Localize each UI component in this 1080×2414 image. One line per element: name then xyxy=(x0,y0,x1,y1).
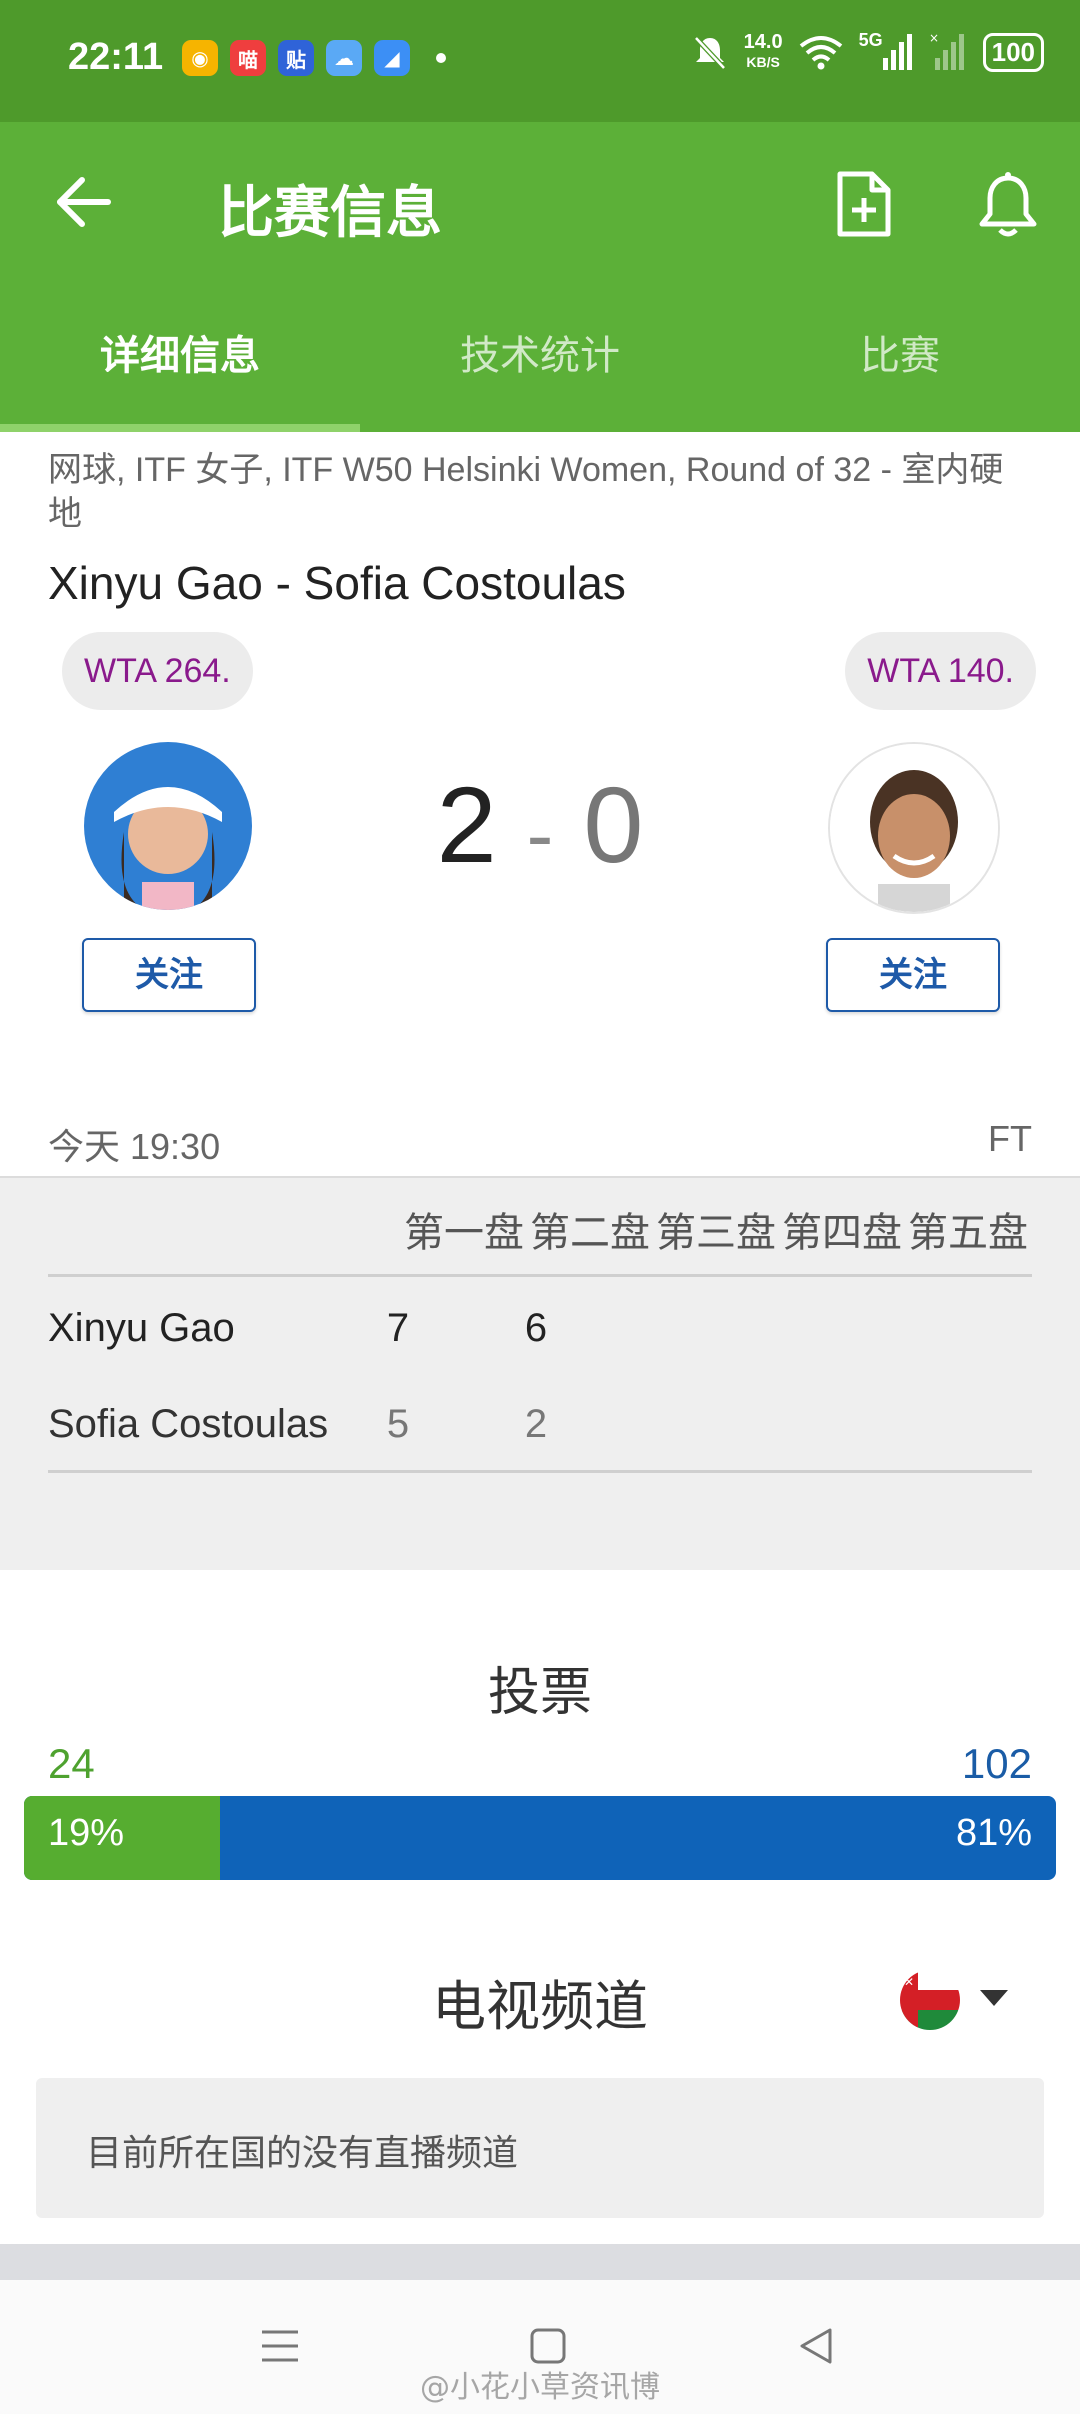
vote-away-count: 102 xyxy=(961,1740,1032,1787)
add-document-icon[interactable] xyxy=(834,170,894,238)
score-away: 0 xyxy=(583,764,644,885)
net-speed-unit: KB/S xyxy=(746,54,780,70)
browser-icon: ◢ xyxy=(374,40,410,76)
set-header-3: 第三盘 xyxy=(656,1210,776,1256)
divider xyxy=(48,1274,1032,1277)
row-set1-score: 7 xyxy=(386,1306,410,1350)
divider xyxy=(48,1470,1032,1473)
vote-title: 投票 xyxy=(487,1663,592,1723)
follow-player1-button[interactable]: 关注 xyxy=(82,938,256,1012)
player1-rank-badge: WTA 264. xyxy=(62,632,253,710)
tab-matches[interactable]: 比赛 xyxy=(720,320,1080,430)
status-time: 22:11 xyxy=(68,36,164,78)
set-scores-table: 第一盘 第二盘 第三盘 第四盘 第五盘 Xinyu Gao 7 6 Sofia … xyxy=(0,1176,1080,1570)
set-headers: 第一盘 第二盘 第三盘 第四盘 第五盘 xyxy=(404,1200,1028,1258)
score-home: 2 xyxy=(436,764,497,885)
back-arrow-icon[interactable] xyxy=(52,170,116,234)
score-separator: - xyxy=(526,790,554,879)
watermark: @小花小草资讯博 xyxy=(420,2370,660,2405)
tv-channels-empty: 目前所在国的没有直播频道 xyxy=(36,2078,1044,2218)
row-player-name: Sofia Costoulas xyxy=(48,1402,329,1446)
tieba-icon: 贴 xyxy=(278,40,314,76)
set-header-4: 第四盘 xyxy=(782,1210,902,1256)
signal-weak-icon: × xyxy=(929,32,964,70)
match-title: Xinyu Gao - Sofia Costoulas xyxy=(48,557,626,609)
shopping-app-icon: 喵 xyxy=(230,40,266,76)
player2-rank-badge: WTA 140. xyxy=(845,632,1036,710)
net-speed: 14.0 KB/S xyxy=(744,32,783,72)
tab-details[interactable]: 详细信息 xyxy=(0,320,360,430)
match-score: 2 - 0 xyxy=(380,760,700,900)
tab-bar: 详细信息 技术统计 比赛 xyxy=(0,320,1080,430)
set-header-5: 第五盘 xyxy=(908,1210,1028,1256)
row-set2-score: 6 xyxy=(524,1306,548,1350)
signal-5g-icon: 5G xyxy=(859,30,915,72)
status-app-icons: ◉ 喵 贴 ☁ ◢ xyxy=(182,40,446,76)
match-status: FT xyxy=(988,1118,1032,1159)
follow-player2-button[interactable]: 关注 xyxy=(826,938,1000,1012)
mute-bell-icon xyxy=(693,36,726,70)
row-set1-score: 5 xyxy=(386,1402,410,1446)
vote-bar[interactable]: 19% 81% xyxy=(24,1796,1056,1880)
notification-dot-icon xyxy=(436,53,446,63)
row-player-name: Xinyu Gao xyxy=(48,1306,235,1350)
battery-indicator: 100 xyxy=(982,32,1044,72)
bell-icon[interactable] xyxy=(976,170,1040,238)
country-flag-icon[interactable]: ✕ xyxy=(900,1970,960,2030)
weather-icon: ☁ xyxy=(326,40,362,76)
wifi-icon xyxy=(799,36,842,70)
row-set2-score: 2 xyxy=(524,1402,548,1446)
active-tab-indicator xyxy=(0,424,360,432)
svg-text:×: × xyxy=(929,32,939,45)
match-meta: 网球, ITF 女子, ITF W50 Helsinki Women, Roun… xyxy=(48,451,1004,533)
vote-home-percent: 19% xyxy=(48,1812,125,1854)
chevron-down-icon[interactable] xyxy=(980,1990,1008,2006)
player2-avatar[interactable] xyxy=(828,742,1000,914)
status-indicators: 14.0 KB/S 5G × 100 xyxy=(690,30,1044,72)
weibo-icon: ◉ xyxy=(182,40,218,76)
table-row: Xinyu Gao 7 6 xyxy=(48,1290,1032,1370)
net-speed-value: 14.0 xyxy=(743,31,783,53)
player1-avatar[interactable] xyxy=(84,742,252,910)
status-bar: 22:11 ◉ 喵 贴 ☁ ◢ 14.0 KB/S 5G × 100 xyxy=(0,0,1080,122)
table-row: Sofia Costoulas 5 2 xyxy=(48,1386,1032,1466)
tv-empty-message: 目前所在国的没有直播频道 xyxy=(86,2133,519,2174)
tab-stats[interactable]: 技术统计 xyxy=(360,320,720,430)
vote-home-count: 24 xyxy=(48,1740,95,1787)
set-header-1: 第一盘 xyxy=(404,1210,524,1256)
match-date: 今天 19:30 xyxy=(48,1126,221,1167)
section-divider xyxy=(0,2244,1080,2280)
set-header-2: 第二盘 xyxy=(530,1210,650,1256)
page-title: 比赛信息 xyxy=(218,181,442,246)
vote-away-percent: 81% xyxy=(955,1812,1032,1854)
